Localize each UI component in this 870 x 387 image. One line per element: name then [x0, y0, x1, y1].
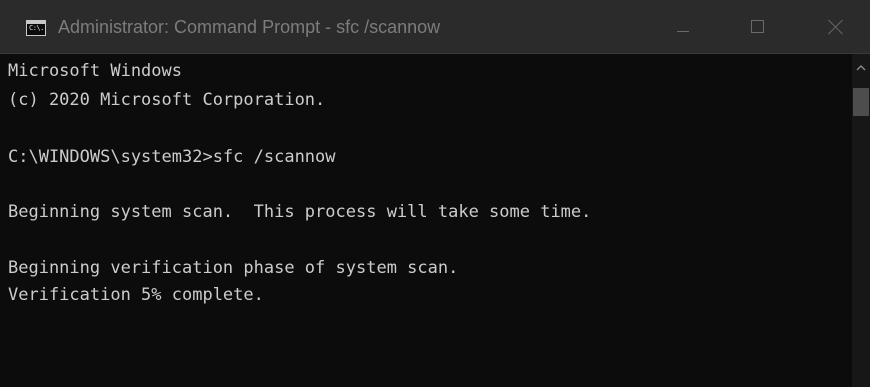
maximize-button[interactable] — [722, 0, 792, 54]
close-icon — [828, 19, 844, 35]
minimize-button[interactable] — [648, 0, 718, 54]
close-button[interactable] — [800, 0, 870, 54]
vertical-scrollbar[interactable] — [852, 54, 870, 387]
console-line: Beginning verification phase of system s… — [8, 258, 459, 278]
command-prompt-window: C:\. Administrator: Command Prompt - sfc… — [0, 0, 870, 387]
maximize-icon — [751, 20, 764, 33]
console-line: Beginning system scan. This process will… — [8, 202, 592, 222]
cmd-icon[interactable]: C:\. — [26, 20, 46, 36]
console-line: (c) 2020 Microsoft Corporation. — [8, 90, 326, 110]
scroll-up-icon[interactable] — [856, 64, 866, 72]
title-bar[interactable]: C:\. Administrator: Command Prompt - sfc… — [0, 0, 870, 54]
cmd-icon-text: C:\. — [29, 24, 44, 32]
scroll-thumb[interactable] — [853, 88, 869, 116]
console-line: C:\WINDOWS\system32>sfc /scannow — [8, 147, 336, 167]
console-line: Microsoft Windows — [8, 61, 182, 81]
console-output[interactable]: Microsoft Windows (c) 2020 Microsoft Cor… — [0, 54, 852, 387]
console-line: Verification 5% complete. — [8, 285, 264, 305]
window-title: Administrator: Command Prompt - sfc /sca… — [58, 17, 441, 37]
minimize-icon — [677, 31, 689, 32]
